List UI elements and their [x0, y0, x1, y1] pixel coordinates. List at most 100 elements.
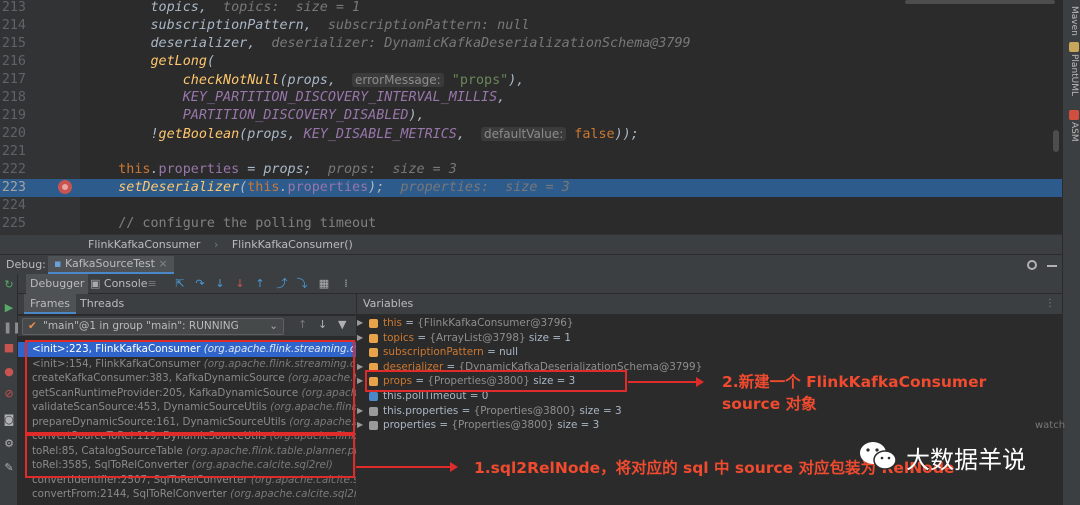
code-text: subscriptionPattern, subscriptionPattern…: [150, 17, 529, 35]
minimize-icon[interactable]: [1047, 265, 1057, 267]
drop-frame-icon[interactable]: ⤴: [276, 278, 288, 290]
asm-icon: [1069, 110, 1079, 120]
line-number: 222: [1, 162, 26, 177]
step-out-icon[interactable]: ↑: [254, 278, 266, 290]
filter-icon[interactable]: ▼: [338, 318, 346, 331]
code-line[interactable]: 224: [0, 197, 1062, 215]
breadcrumb-method[interactable]: FlinkKafkaConsumer(): [232, 238, 353, 251]
expand-arrow-icon[interactable]: ▶: [357, 316, 363, 331]
code-line[interactable]: 219 PARTITION_DISCOVERY_DISABLED),: [0, 107, 1062, 125]
expand-arrow-icon[interactable]: ▶: [357, 360, 363, 375]
step-over-icon[interactable]: ↷: [194, 278, 206, 290]
view-breakpoints-icon[interactable]: ●: [3, 366, 15, 378]
code-editor[interactable]: 213 topics, topics: size = 1 214 subscripti…: [0, 0, 1062, 234]
code-line[interactable]: 213 topics, topics: size = 1: [0, 0, 1062, 17]
breakpoint-icon[interactable]: [58, 180, 72, 194]
code-line[interactable]: 217 checkNotNull(props, errorMessage: "pr…: [0, 71, 1062, 89]
tab-debugger[interactable]: Debugger: [26, 274, 89, 294]
stack-frame[interactable]: convertFrom:2144, SqlToRelConverter (org…: [18, 487, 356, 502]
step-into-icon[interactable]: ↓: [214, 278, 226, 290]
code-token: KEY_DISABLE_METRICS: [303, 127, 457, 142]
rerun-icon[interactable]: ↻: [3, 279, 15, 291]
variable-row[interactable]: ▶ properties = {Properties@3800} size = 3: [357, 418, 717, 433]
variable-row[interactable]: ▶ this = {FlinkKafkaConsumer@3796}: [357, 316, 717, 331]
variable-value: null: [499, 346, 519, 359]
code-line[interactable]: 218 KEY_PARTITION_DISCOVERY_INTERVAL_MILL…: [0, 89, 1062, 107]
code-token: properties: [158, 162, 240, 177]
resume-icon[interactable]: ▶: [3, 302, 15, 314]
variable-value: size = 3: [553, 419, 600, 432]
code-line[interactable]: 220 !getBoolean(props, KEY_DISABLE_METRIC…: [0, 125, 1062, 143]
code-line[interactable]: 216 getLong(: [0, 53, 1062, 71]
code-token: errorMessage:: [352, 73, 444, 87]
line-number: 221: [1, 144, 26, 159]
trace-icon[interactable]: ⁞: [340, 278, 352, 290]
code-line[interactable]: 223 setDeserializer(this.properties); pro…: [0, 179, 1062, 197]
pin-icon[interactable]: ✎: [3, 462, 15, 474]
line-number: 214: [1, 18, 26, 33]
close-icon[interactable]: ×: [155, 257, 167, 270]
horizontal-scrollbar[interactable]: [905, 0, 1055, 4]
watermark-text: 大数据羊说: [906, 446, 1026, 474]
frames-tabs: Frames Threads: [18, 294, 356, 314]
maven-tab[interactable]: Maven: [1065, 6, 1079, 36]
camera-icon[interactable]: ◙: [3, 414, 15, 426]
code-line[interactable]: 221: [0, 143, 1062, 161]
tab-frames[interactable]: Frames: [24, 294, 77, 314]
asm-tab[interactable]: ASM: [1065, 110, 1079, 142]
variable-name: this: [383, 317, 402, 329]
code-text: KEY_PARTITION_DISCOVERY_INTERVAL_MILLIS,: [183, 89, 505, 107]
variable-value: size = 3: [576, 404, 622, 417]
arrow-up-icon[interactable]: ↑: [298, 318, 307, 331]
evaluate-icon[interactable]: ▦: [318, 278, 330, 290]
code-token: = props;: [239, 162, 312, 177]
code-token: "props": [443, 73, 509, 88]
more-options-icon[interactable]: ⋮: [1045, 298, 1055, 309]
layout-icon[interactable]: ≡: [146, 278, 158, 290]
breadcrumb-class[interactable]: FlinkKafkaConsumer: [88, 238, 200, 251]
code-token: properties: [287, 180, 369, 195]
code-line[interactable]: 215 deserializer, deserializer: DynamicKa…: [0, 35, 1062, 53]
expand-arrow-icon[interactable]: ▶: [357, 404, 363, 419]
code-text: this.properties = props; props: size = 3: [118, 161, 457, 179]
tab-kafka-source-test[interactable]: ▪ KafkaSourceTest ×: [48, 256, 174, 274]
mute-breakpoints-icon[interactable]: ⊘: [3, 388, 15, 400]
code-line[interactable]: 225 // configure the polling timeout: [0, 215, 1062, 233]
code-text: getLong(: [150, 53, 215, 71]
variable-row[interactable]: subscriptionPattern = null: [357, 345, 717, 360]
frame-package: (org.apache.calcite.sql2rel): [230, 488, 356, 500]
line-number: 223: [1, 180, 26, 195]
code-line[interactable]: 222 this.properties = props; props: size …: [0, 161, 1062, 179]
arrow-down-icon[interactable]: ↓: [318, 318, 327, 331]
code-token: properties: size = 3: [384, 180, 570, 195]
variable-name: properties: [383, 419, 437, 432]
bug-icon: ▪: [54, 257, 65, 270]
expand-arrow-icon[interactable]: ▶: [357, 418, 363, 433]
settings-icon[interactable]: ⚙: [3, 438, 15, 450]
code-token: ),: [508, 73, 525, 88]
stop-icon[interactable]: ■: [3, 342, 15, 354]
run-to-cursor-icon[interactable]: ⤵: [296, 278, 308, 290]
chevron-right-icon: ›: [213, 238, 219, 251]
gear-icon[interactable]: [1027, 260, 1037, 270]
code-token: topics,: [150, 0, 207, 15]
variable-row[interactable]: ▶ this.properties = {Properties@3800} siz…: [357, 404, 717, 419]
vertical-scrollbar[interactable]: [1053, 130, 1059, 152]
wechat-icon: [860, 442, 897, 470]
field-icon: [369, 421, 378, 431]
code-token: getBoolean: [158, 127, 240, 142]
tab-threads[interactable]: Threads: [74, 294, 130, 314]
code-line[interactable]: 214 subscriptionPattern, subscriptionPatt…: [0, 17, 1062, 35]
show-execution-point-icon[interactable]: ⇱: [174, 278, 186, 290]
code-token: (props,: [279, 73, 353, 88]
force-step-into-icon[interactable]: ↓: [234, 278, 246, 290]
variable-row[interactable]: ▶ topics = {ArrayList@3798} size = 1: [357, 331, 717, 346]
plantuml-tab[interactable]: PlantUML: [1065, 42, 1079, 96]
pause-icon[interactable]: ❚❚: [3, 322, 21, 334]
variable-equals: =: [458, 404, 474, 417]
tab-console[interactable]: ▣ Console: [86, 274, 152, 294]
thread-select[interactable]: ✔ "main"@1 in group "main": RUNNING ⌄: [22, 318, 284, 335]
expand-arrow-icon[interactable]: ▶: [357, 331, 363, 346]
field-icon: [369, 348, 378, 358]
expand-arrow-icon[interactable]: ▶: [357, 374, 363, 389]
